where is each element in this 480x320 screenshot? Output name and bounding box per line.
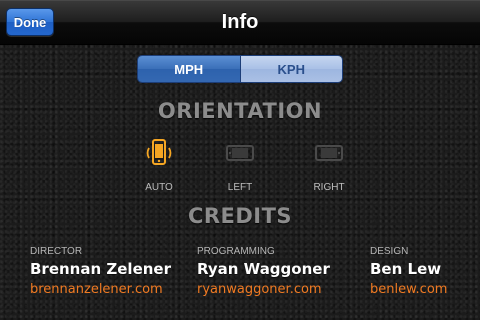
- credit-website-link[interactable]: benlew.com: [370, 282, 447, 297]
- credit-role: DESIGN: [370, 246, 409, 257]
- credit-programming: PROGRAMMING Ryan Waggoner ryanwaggoner.c…: [197, 246, 330, 297]
- phone-landscape-left-icon: [226, 145, 254, 161]
- phone-rotate-icon: [146, 139, 172, 165]
- orientation-left-option[interactable]: LEFT: [210, 138, 270, 193]
- credit-website-link[interactable]: ryanwaggoner.com: [197, 282, 330, 297]
- credit-name: Brennan Zelener: [30, 260, 171, 278]
- orientation-heading: ORIENTATION: [157, 99, 323, 123]
- credit-design: DESIGN Ben Lew benlew.com: [370, 246, 447, 297]
- phone-landscape-right-icon: [315, 145, 343, 161]
- orientation-auto-label: AUTO: [145, 182, 173, 193]
- credit-director: DIRECTOR Brennan Zelener brennanzelener.…: [30, 246, 171, 297]
- orientation-right-label: RIGHT: [313, 182, 345, 193]
- credit-name: Ryan Waggoner: [197, 260, 330, 278]
- credit-website-link[interactable]: brennanzelener.com: [30, 282, 171, 297]
- orientation-auto-option[interactable]: AUTO: [129, 138, 189, 193]
- credit-role: DIRECTOR: [30, 246, 83, 257]
- speed-unit-segmented-control: MPH KPH: [137, 55, 343, 83]
- orientation-right-option[interactable]: RIGHT: [299, 138, 359, 193]
- credits-heading: CREDITS: [187, 204, 293, 228]
- segment-mph[interactable]: MPH: [138, 56, 241, 82]
- segment-kph[interactable]: KPH: [240, 56, 342, 82]
- credit-name: Ben Lew: [370, 260, 442, 278]
- orientation-left-label: LEFT: [227, 182, 253, 193]
- credit-role: PROGRAMMING: [197, 246, 275, 257]
- navigation-bar: Done Info: [0, 0, 480, 45]
- page-title: Info: [221, 10, 259, 33]
